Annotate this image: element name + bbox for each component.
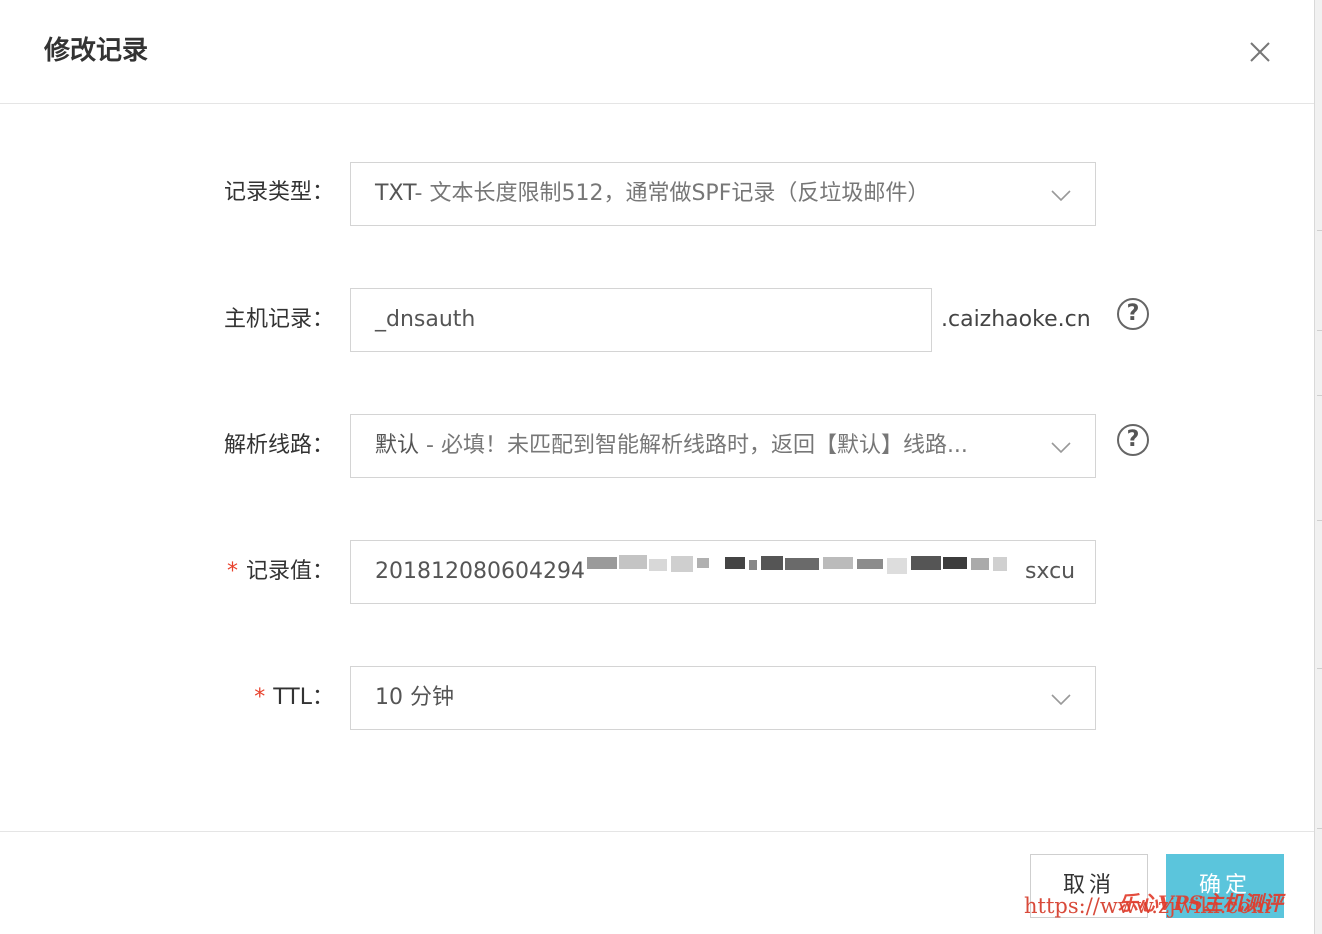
question-circle-icon[interactable]: ? — [1117, 424, 1149, 456]
record-value-prefix: 201812080604294 — [375, 559, 585, 584]
host-record-value: _dnsauth — [375, 307, 476, 332]
chevron-down-icon — [1051, 694, 1071, 706]
line-label: 解析线路： — [223, 433, 334, 458]
record-value-label: * 记录值： — [226, 559, 334, 584]
close-icon[interactable] — [1246, 38, 1274, 66]
line-select[interactable]: 默认 - 必填！未匹配到智能解析线路时，返回【默认】线路... — [350, 414, 1096, 478]
record-type-value: TXT — [375, 181, 415, 206]
domain-suffix: .caizhaoke.cn — [941, 307, 1091, 332]
record-type-label: 记录类型： — [223, 180, 334, 205]
ttl-value: 10 分钟 — [375, 685, 454, 710]
record-type-select[interactable]: TXT- 文本长度限制512，通常做SPF记录（反垃圾邮件） — [350, 162, 1096, 226]
dialog-header: 修改记录 — [0, 0, 1314, 104]
required-mark: * — [226, 559, 238, 584]
line-hint: - 必填！未匹配到智能解析线路时，返回【默认】线路... — [419, 433, 968, 458]
record-value-tail: sxcu — [1024, 559, 1076, 584]
host-record-input[interactable]: _dnsauth — [350, 288, 932, 352]
question-circle-icon[interactable]: ? — [1117, 298, 1149, 330]
dialog-title: 修改记录 — [44, 36, 149, 66]
chevron-down-icon — [1051, 190, 1071, 202]
chevron-down-icon — [1051, 442, 1071, 454]
record-type-hint: - 文本长度限制512，通常做SPF记录（反垃圾邮件） — [414, 181, 930, 206]
blurred-redaction — [585, 541, 1025, 603]
record-value-input[interactable]: 201812080604294 sxcu — [350, 540, 1096, 604]
ttl-label: * TTL： — [254, 685, 334, 710]
edit-record-dialog: 修改记录 记录类型： TXT- 文本长度限制512，通常做SPF记录（反垃圾邮件… — [0, 0, 1314, 934]
required-mark: * — [254, 685, 266, 710]
host-record-label: 主机记录： — [223, 307, 334, 332]
line-value: 默认 — [375, 433, 420, 458]
page-scrollbar-edge — [1314, 0, 1322, 934]
watermark-site-name: 乐心VPS主机测评 — [1118, 891, 1283, 915]
footer-divider — [0, 831, 1314, 832]
ttl-select[interactable]: 10 分钟 — [350, 666, 1096, 730]
